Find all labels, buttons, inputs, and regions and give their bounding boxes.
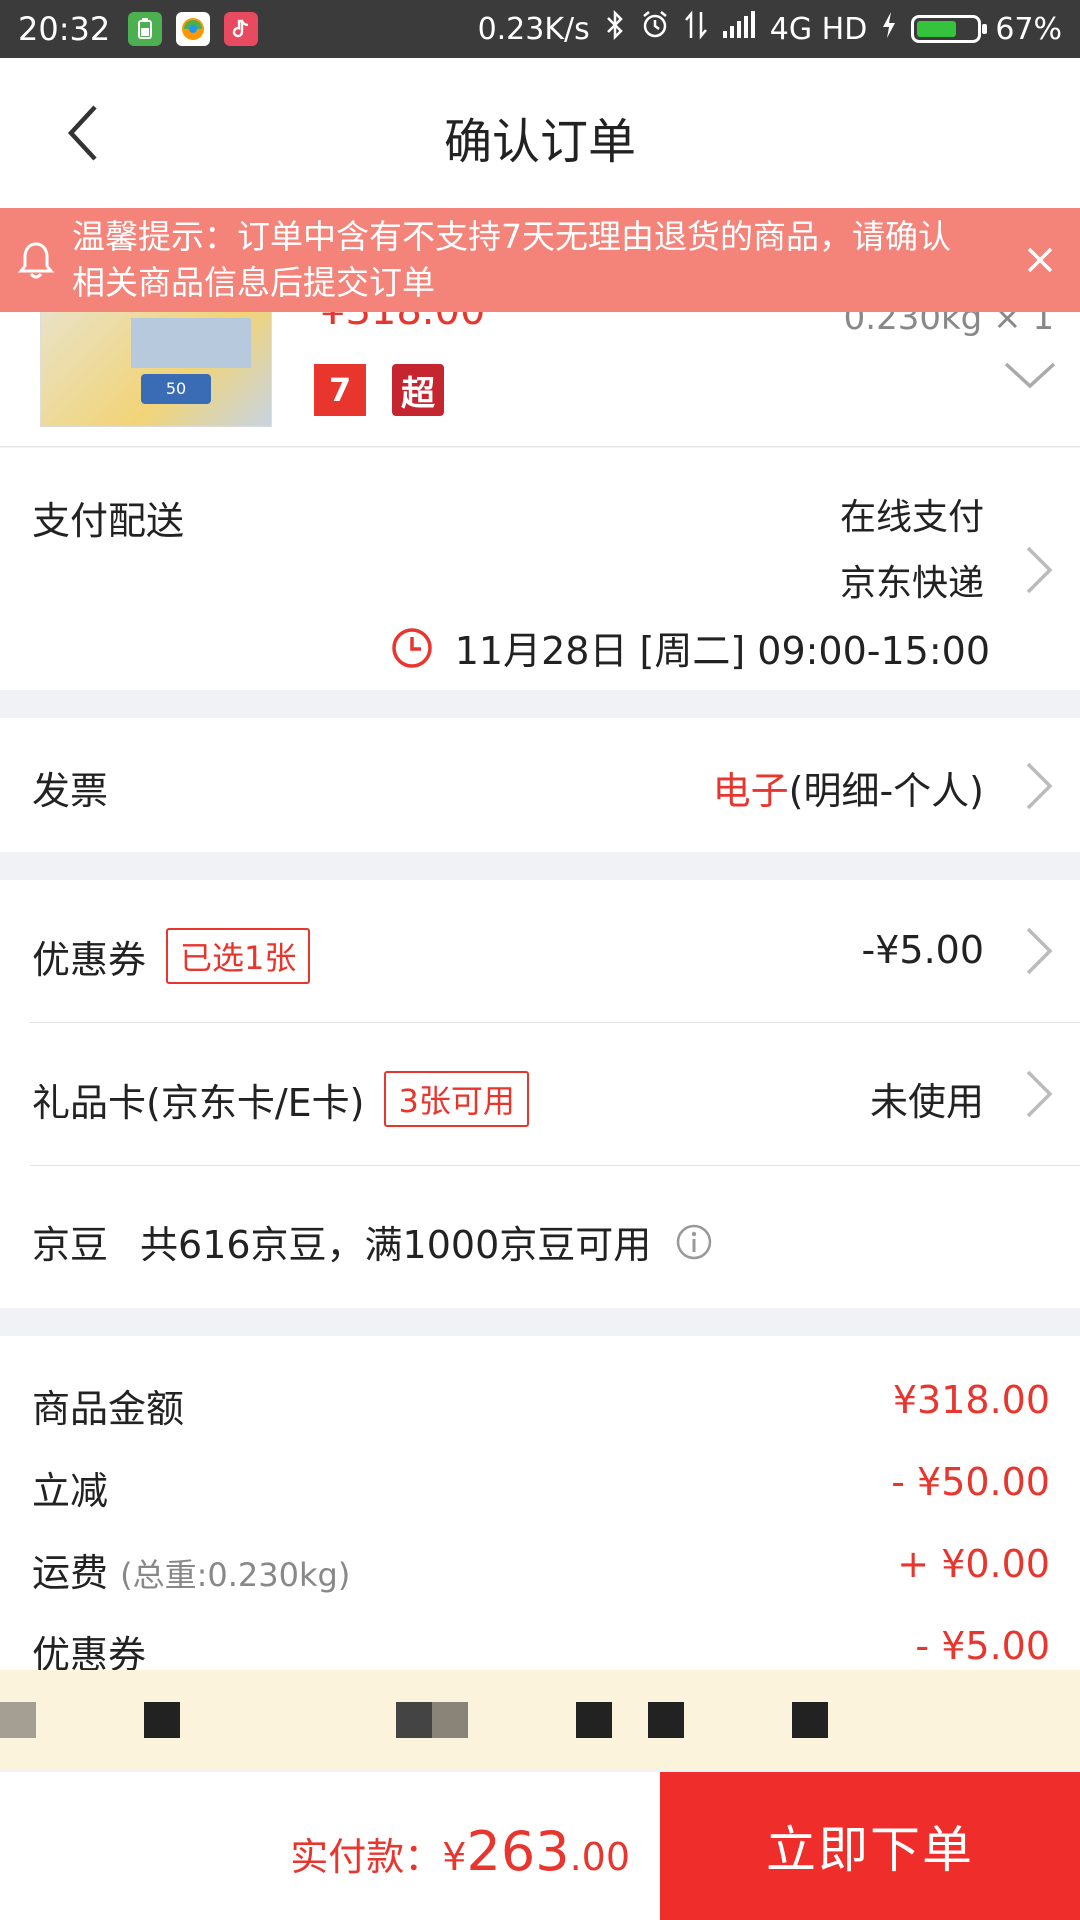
product-price: ¥318.00	[320, 312, 485, 334]
discount-row: 立减 - ¥50.00	[32, 1460, 1050, 1520]
obscured-notice-strip	[0, 1670, 1080, 1770]
courier: 京东快递	[839, 563, 984, 604]
battery-percent: 67%	[995, 11, 1062, 47]
invoice-type: 电子	[712, 769, 789, 813]
music-app-icon	[224, 12, 259, 46]
submit-order-button[interactable]: 立即下单	[660, 1772, 1080, 1920]
close-icon	[1027, 247, 1053, 273]
nav-header: 确认订单	[0, 58, 1080, 208]
goods-amount-label: 商品金额	[32, 1387, 185, 1431]
giftcard-row[interactable]: 礼品卡(京东卡/E卡) 3张可用 未使用	[0, 1023, 1080, 1166]
invoice-value: 电子(明细-个人)	[713, 760, 984, 815]
battery-app-icon	[128, 12, 163, 46]
shipping-row: 运费 (总重:0.230kg) + ¥0.00	[32, 1542, 1050, 1602]
goods-amount-value: ¥318.00	[892, 1378, 1050, 1422]
network-type: 4G HD	[769, 11, 868, 47]
warning-text-line2: 相关商品信息后提交订单	[72, 263, 435, 302]
bluetooth-icon	[604, 9, 626, 48]
giftcard-label: 礼品卡(京东卡/E卡)	[32, 1080, 365, 1125]
warning-text: 温馨提示：订单中含有不支持7天无理由退货的商品，请确认 相关商品信息后提交订单	[72, 214, 1000, 306]
shipping-weight-note: (总重:0.230kg)	[120, 1556, 351, 1594]
supermarket-tag: 超	[392, 364, 444, 416]
package-label: 50	[141, 374, 211, 404]
product-weight-qty: 0.230kg × 1	[843, 312, 1054, 338]
invoice-section[interactable]: 发票 电子(明细-个人)	[0, 718, 1080, 852]
battery-icon	[911, 15, 988, 43]
warning-text-line1: 温馨提示：订单中含有不支持7天无理由退货的商品，请确认	[72, 217, 951, 256]
page-title: 确认订单	[443, 114, 636, 170]
status-bar: 20:32 0.23K/s 4G HD 67%	[0, 0, 1080, 58]
chevron-right-icon	[1026, 927, 1053, 975]
discount-label: 立减	[32, 1469, 109, 1513]
product-image: 50	[40, 312, 272, 427]
jingdou-row: 京豆 共616京豆，满1000京豆可用	[0, 1166, 1080, 1309]
charging-icon	[881, 11, 897, 47]
price-summary: 商品金额 ¥318.00 立减 - ¥50.00 运费 (总重:0.230kg)…	[0, 1336, 1080, 1677]
coupon-value: -¥5.00	[861, 928, 985, 972]
giftcard-available-badge: 3张可用	[384, 1071, 529, 1127]
status-time: 20:32	[18, 10, 111, 48]
net-speed: 0.23K/s	[477, 11, 590, 47]
signal-icon	[722, 11, 756, 47]
no-7day-return-tag: 7	[314, 364, 366, 416]
payment-method: 在线支付	[839, 497, 984, 538]
delivery-time-text: 11月28日 [周二] 09:00-15:00	[454, 629, 990, 673]
discount-value: - ¥50.00	[891, 1460, 1050, 1504]
total-decimal: .00	[569, 1835, 630, 1879]
discounts-section: 优惠券 已选1张 -¥5.00 礼品卡(京东卡/E卡) 3张可用 未使用 京豆 …	[0, 880, 1080, 1308]
close-banner-button[interactable]	[1000, 220, 1080, 300]
delivery-time: 11月28日 [周二] 09:00-15:00	[391, 620, 990, 675]
data-transfer-icon	[684, 10, 708, 48]
total-currency: ¥	[442, 1835, 467, 1879]
clock-icon	[392, 627, 432, 668]
browser-app-icon	[176, 12, 211, 46]
coupon-selected-badge: 已选1张	[166, 928, 311, 984]
invoice-label: 发票	[32, 769, 109, 813]
shipping-label: 运费	[32, 1551, 109, 1595]
jingdou-info: 共616京豆，满1000京豆可用	[140, 1223, 652, 1267]
total-integer: 263	[466, 1820, 570, 1883]
coupon-row[interactable]: 优惠券 已选1张 -¥5.00	[0, 880, 1080, 1023]
total-amount: 实付款：¥263.00	[290, 1820, 630, 1883]
coupon-summary-value: - ¥5.00	[915, 1624, 1050, 1668]
alarm-icon	[640, 10, 670, 48]
expand-button[interactable]	[1000, 356, 1060, 396]
product-item[interactable]: 50 ¥318.00 0.230kg × 1 7 超	[0, 312, 1080, 447]
invoice-detail: (明细-个人)	[788, 769, 984, 813]
warning-banner: 温馨提示：订单中含有不支持7天无理由退货的商品，请确认 相关商品信息后提交订单	[0, 208, 1080, 312]
chevron-right-icon	[1026, 1070, 1053, 1118]
bottom-action-bar: 实付款：¥263.00 立即下单	[0, 1772, 1080, 1920]
total-label: 实付款：	[290, 1835, 443, 1879]
giftcard-value: 未使用	[869, 1080, 984, 1124]
coupon-label: 优惠券	[32, 937, 147, 982]
payment-delivery-label: 支付配送	[32, 499, 185, 543]
info-icon[interactable]	[675, 1223, 713, 1261]
goods-amount-row: 商品金额 ¥318.00	[32, 1378, 1050, 1438]
payment-delivery-section[interactable]: 支付配送 在线支付 京东快递 11月28日 [周二] 09:00-15:00	[0, 448, 1080, 690]
jingdou-label: 京豆	[32, 1223, 109, 1267]
shipping-value: + ¥0.00	[897, 1542, 1050, 1586]
bell-icon	[0, 240, 72, 280]
chevron-down-icon	[1004, 362, 1056, 389]
chevron-right-icon	[1026, 762, 1053, 810]
chevron-right-icon	[1026, 546, 1053, 594]
